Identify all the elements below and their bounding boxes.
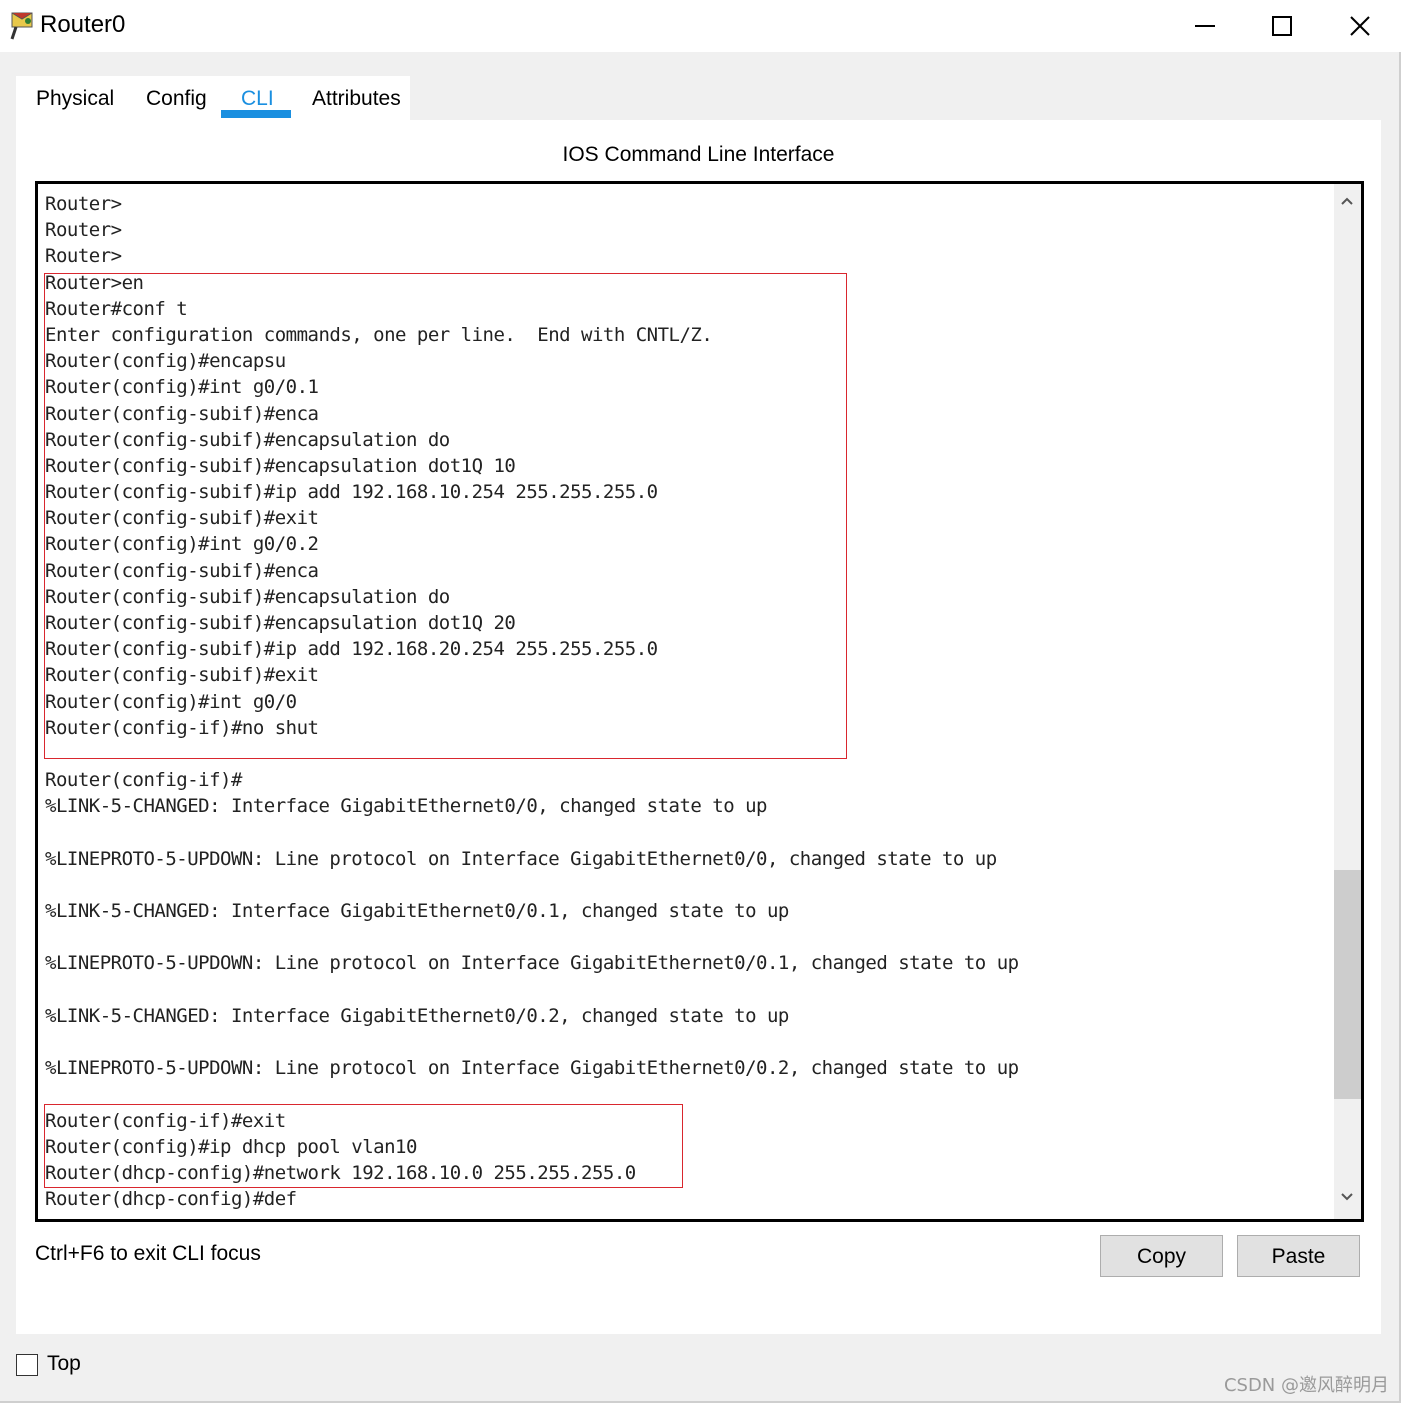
cli-heading: IOS Command Line Interface <box>562 143 835 166</box>
minimize-button[interactable] <box>1166 0 1244 52</box>
maximize-button[interactable] <box>1243 0 1321 52</box>
cli-terminal[interactable]: Router> Router> Router> Router>en Router#con… <box>35 181 1364 1222</box>
terminal-line: Router> <box>45 193 122 215</box>
title-bar: Router0 <box>0 0 1401 52</box>
terminal-line: %LINEPROTO-5-UPDOWN: Line protocol on In… <box>45 847 997 870</box>
terminal-line: %LINK-5-CHANGED: Interface GigabitEthern… <box>45 900 789 923</box>
scroll-up-icon[interactable] <box>1340 196 1354 206</box>
watermark: CSDN @邀风醉明月 <box>1223 1375 1389 1396</box>
paste-button[interactable]: Paste <box>1237 1235 1360 1277</box>
vertical-scrollbar[interactable] <box>1334 184 1361 1219</box>
minimize-icon <box>1195 25 1215 27</box>
terminal-line: Router> <box>45 219 122 242</box>
tab-physical[interactable]: Physical <box>36 76 114 122</box>
cli-focus-hint: Ctrl+F6 to exit CLI focus <box>35 1242 261 1265</box>
close-button[interactable] <box>1321 0 1399 52</box>
highlight-box-dhcp-config <box>44 1104 683 1188</box>
terminal-line: Router> <box>45 245 122 268</box>
scroll-down-icon[interactable] <box>1340 1192 1354 1202</box>
terminal-line: %LINK-5-CHANGED: Interface GigabitEthern… <box>45 1004 789 1027</box>
router-icon <box>10 12 33 40</box>
terminal-line: %LINEPROTO-5-UPDOWN: Line protocol on In… <box>45 1057 1019 1080</box>
tab-attributes[interactable]: Attributes <box>312 76 401 122</box>
tab-config[interactable]: Config <box>146 76 207 122</box>
terminal-line: Router(config-if)# <box>45 769 242 792</box>
copy-button[interactable]: Copy <box>1100 1235 1223 1277</box>
tab-bar: Physical Config CLI Attributes <box>16 76 410 122</box>
close-icon <box>1350 16 1370 36</box>
maximize-icon <box>1272 16 1292 36</box>
active-tab-indicator <box>221 110 291 118</box>
terminal-line: %LINK-5-CHANGED: Interface GigabitEthern… <box>45 795 767 818</box>
top-checkbox-label: Top <box>47 1352 81 1375</box>
highlight-box-subinterface-config <box>44 273 847 759</box>
terminal-line: Router(dhcp-config)#def <box>45 1188 297 1211</box>
scrollbar-thumb[interactable] <box>1334 870 1361 1099</box>
top-checkbox[interactable] <box>16 1354 38 1376</box>
terminal-line: %LINEPROTO-5-UPDOWN: Line protocol on In… <box>45 952 1019 975</box>
window-title: Router0 <box>40 11 126 38</box>
